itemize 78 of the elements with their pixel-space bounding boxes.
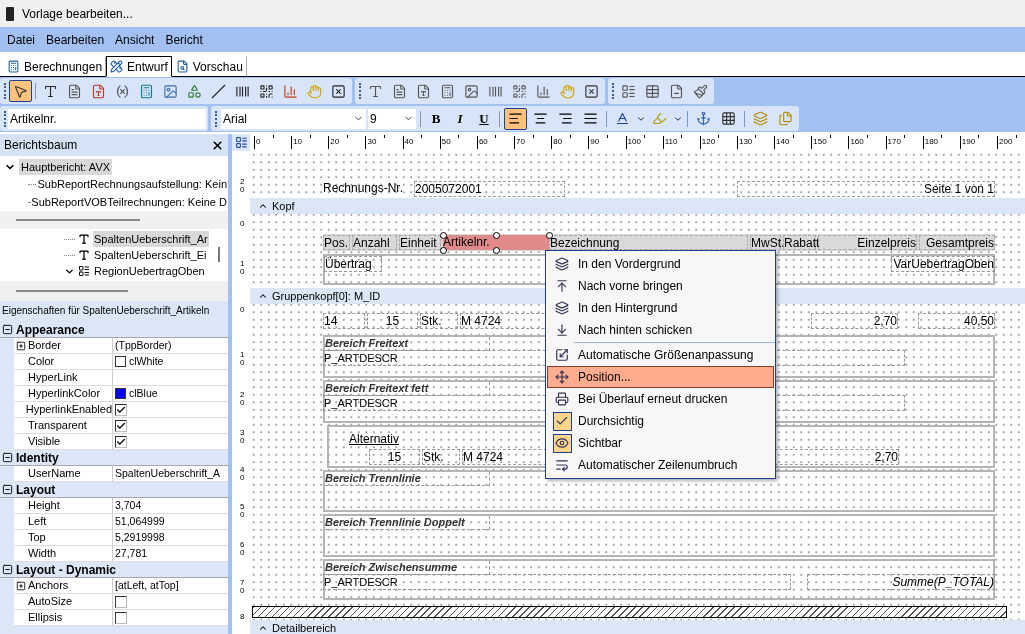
ruler-label: 0 (256, 137, 261, 147)
ruler-label: 30 (240, 429, 245, 445)
ruler-label: 170 (887, 137, 901, 147)
ruler-label: 0 (240, 220, 245, 228)
label-text: Rechnungs-Nr. (323, 181, 405, 195)
ruler-label: 30 (367, 137, 377, 147)
band-title: Gruppenkopf[0]: M_ID (272, 288, 381, 304)
field-text: 15 (367, 313, 418, 329)
ruler-label: 200 (999, 137, 1013, 147)
property-name: Top (28, 530, 46, 546)
field-text: 2,70 (811, 313, 898, 329)
properties-title: Eigenschaften für SpaltenUeberschrift_Artikeln (2, 304, 210, 318)
ruler-label: 8 (240, 613, 245, 621)
label-text: Übertrag (324, 256, 382, 272)
ruler-label: 50 (441, 137, 451, 147)
category-label: Appearance (16, 321, 85, 339)
property-name: UserName (28, 466, 81, 482)
field-text: Stk. (420, 313, 458, 329)
ruler-label: 70 (516, 137, 525, 147)
property-name: AutoSize (28, 594, 73, 610)
property-name: Color (28, 354, 55, 370)
ruler-label: 110 (664, 137, 678, 147)
category-label: Identity (16, 449, 59, 467)
property-name: Visible (28, 434, 61, 450)
band-title: Detailbereich (272, 620, 337, 634)
ruler-label: 10 (293, 137, 303, 147)
ruler-label: 40 (240, 466, 245, 482)
property-name: Anchors (28, 578, 69, 594)
field-text: 2005072001 (414, 181, 565, 197)
field-text: VarUebertragOben (891, 256, 995, 272)
region-title: Bereich Trennlinie Doppelt (325, 516, 490, 530)
property-name: Border (28, 338, 62, 354)
property-name: HyperlinkColor (28, 386, 101, 402)
ruler-label: 20 (240, 178, 245, 194)
ruler-label: 10 (240, 260, 245, 276)
field-text: P_ARTDESCR (323, 574, 791, 590)
property-name: Transparent (28, 418, 87, 434)
ruler-label: 180 (924, 137, 939, 147)
ruler-label: 120 (701, 137, 716, 147)
region-title: Alternativ (349, 432, 400, 446)
panel-title: Berichtsbaum (4, 137, 78, 154)
field-text: Seite 1 von 1 (737, 181, 995, 197)
region-title: Bereich Freitext (325, 337, 490, 351)
total-text: Summe(P_TOTAL) (807, 574, 995, 590)
ruler-label: 190 (961, 137, 976, 147)
category-label: Layout (16, 481, 56, 499)
ruler-label: 60 (478, 137, 488, 147)
ruler-label: 150 (813, 137, 827, 147)
band-title: Kopf (272, 198, 295, 214)
window-title: Vorlage bearbeiten... (22, 5, 133, 23)
ruler-label: 80 (553, 137, 563, 147)
region-title: Bereich Trennlinie (325, 472, 490, 486)
property-name: Width (28, 546, 57, 562)
ruler-label: 130 (738, 137, 753, 147)
ruler-label: 20 (330, 137, 340, 147)
ruler-label: 100 (627, 137, 641, 147)
property-name: Height (28, 498, 60, 514)
ruler-label: 160 (850, 137, 864, 147)
property-name: HyperlinkEnabled (25, 402, 112, 418)
region-title: Bereich Freitext fett (325, 382, 490, 396)
ruler-label: 10 (240, 351, 245, 367)
field-text: 40,50 (918, 313, 995, 329)
ruler-label: 50 (240, 503, 245, 519)
property-name: Left (28, 514, 47, 530)
region-title: Bereich Zwischensumme (325, 561, 490, 575)
ruler-label: 40 (404, 137, 414, 147)
ruler-label: 0 (240, 306, 245, 314)
ruler-label: 140 (776, 137, 790, 147)
property-name: HyperLink (28, 370, 78, 386)
field-text: Stk. (422, 449, 460, 465)
ruler-label: 90 (590, 137, 600, 147)
category-label: Layout - Dynamic (16, 561, 117, 579)
ruler-label: 60 (240, 541, 245, 557)
ruler-label: 20 (240, 391, 245, 407)
field-text: 14 (323, 313, 365, 329)
property-name: Ellipsis (28, 610, 63, 626)
field-text: 15 (369, 449, 420, 465)
ruler-label: 70 (240, 579, 245, 595)
